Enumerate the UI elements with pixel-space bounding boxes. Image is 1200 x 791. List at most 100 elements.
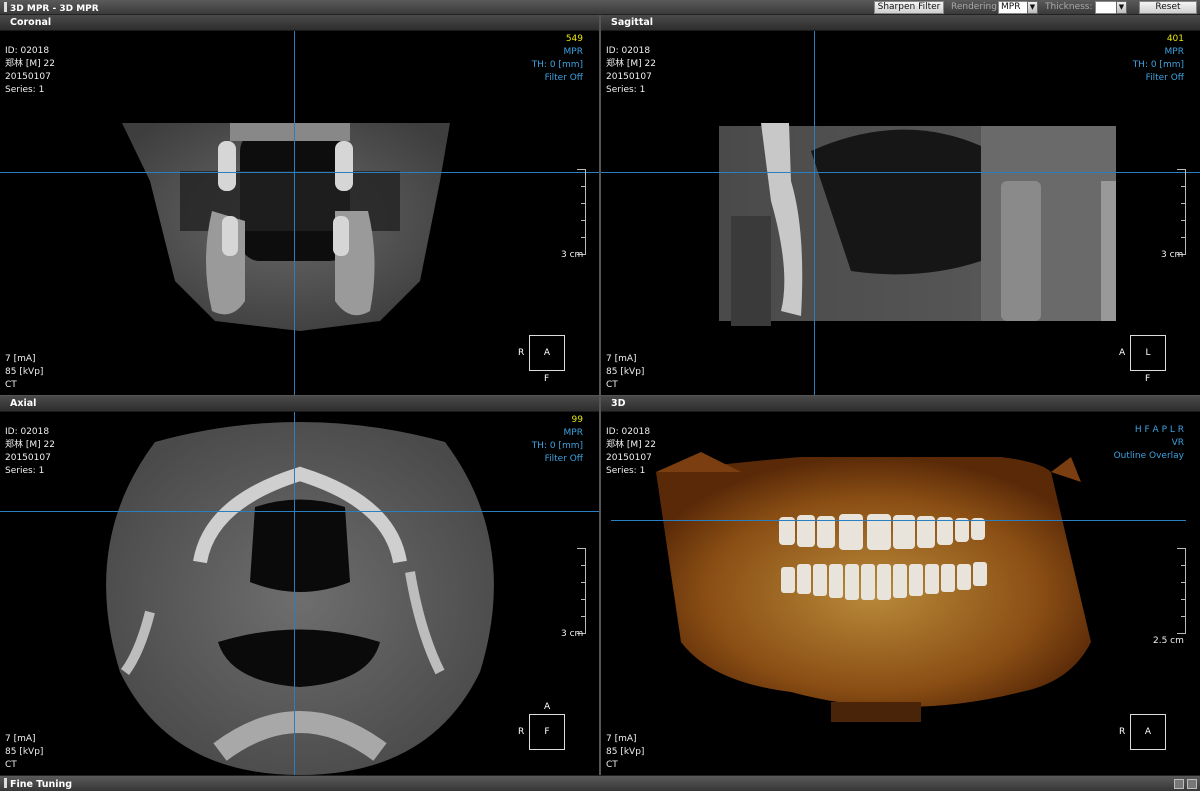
thickness-dropdown-icon[interactable]: ▼ bbox=[1116, 1, 1127, 14]
axial-viewport[interactable]: Axial ID: 02018 郑林 [M] 22 20150107 Serie… bbox=[0, 396, 599, 775]
study-date: 20150107 bbox=[606, 72, 652, 82]
sagittal-overlay-info: 401 MPR TH: 0 [mm] Filter Off bbox=[1133, 33, 1184, 85]
coronal-crosshair-horizontal[interactable] bbox=[0, 172, 599, 173]
thickness-value: TH: 0 [mm] bbox=[1132, 60, 1184, 70]
sagittal-orient-bottom: F bbox=[1145, 374, 1151, 384]
orientation-letters[interactable]: H F A P L R bbox=[1114, 424, 1184, 437]
render-mode: MPR bbox=[563, 428, 583, 438]
sagittal-patient-info: ID: 02018 郑林 [M] 22 20150107 Series: 1 bbox=[606, 45, 656, 97]
coronal-orient-bottom: F bbox=[544, 374, 550, 384]
restore-icon[interactable] bbox=[1174, 779, 1184, 789]
sagittal-acquisition-info: 7 [mA] 85 [kVp] CT bbox=[606, 353, 644, 392]
axial-header: Axial bbox=[0, 396, 599, 412]
volume-3d-acquisition-info: 7 [mA] 85 [kVp] CT bbox=[606, 733, 644, 772]
patient-id: ID: 02018 bbox=[5, 46, 50, 56]
tube-voltage: 85 [kVp] bbox=[606, 747, 645, 757]
thickness-value: TH: 0 [mm] bbox=[531, 60, 583, 70]
modality: CT bbox=[606, 380, 618, 390]
axial-acquisition-info: 7 [mA] 85 [kVp] CT bbox=[5, 733, 43, 772]
filter-status: Filter Off bbox=[544, 454, 583, 464]
tube-voltage: 85 [kVp] bbox=[606, 367, 645, 377]
volume-3d-scale-bar bbox=[1177, 548, 1186, 634]
sagittal-header: Sagittal bbox=[601, 15, 1200, 31]
series-label: Series: 1 bbox=[5, 85, 45, 95]
axial-title: Axial bbox=[10, 398, 37, 409]
volume-3d-plane-line[interactable] bbox=[611, 520, 1186, 521]
volume-3d-patient-info: ID: 02018 郑林 [M] 22 20150107 Series: 1 bbox=[606, 426, 656, 478]
coronal-title: Coronal bbox=[10, 17, 52, 28]
volume-3d-orient-left: R bbox=[1119, 727, 1126, 737]
render-mode: VR bbox=[1171, 438, 1184, 448]
volume-3d-scale-label: 2.5 cm bbox=[1153, 636, 1184, 646]
fine-tuning-bar[interactable]: Fine Tuning bbox=[0, 775, 1200, 791]
axial-scale-label: 3 cm bbox=[561, 629, 584, 639]
modality: CT bbox=[5, 760, 17, 770]
rendering-dropdown-icon[interactable]: ▼ bbox=[1027, 1, 1038, 14]
sagittal-crosshair-horizontal[interactable] bbox=[601, 172, 1200, 173]
series-label: Series: 1 bbox=[606, 466, 646, 476]
patient-id: ID: 02018 bbox=[5, 427, 50, 437]
tube-current: 7 [mA] bbox=[606, 354, 637, 364]
series-label: Series: 1 bbox=[5, 466, 45, 476]
maximize-icon[interactable] bbox=[1187, 779, 1197, 789]
sagittal-title: Sagittal bbox=[611, 17, 654, 28]
sharpen-filter-button[interactable]: Sharpen Filter bbox=[874, 1, 944, 14]
thickness-select[interactable] bbox=[1095, 1, 1117, 14]
axial-crosshair-vertical[interactable] bbox=[294, 412, 295, 775]
axial-orient-left: R bbox=[518, 727, 525, 737]
modality: CT bbox=[5, 380, 17, 390]
rendering-label: Rendering: bbox=[951, 2, 1000, 12]
rendering-select[interactable]: MPR bbox=[998, 1, 1028, 14]
filter-status: Filter Off bbox=[544, 73, 583, 83]
tube-current: 7 [mA] bbox=[5, 354, 36, 364]
tube-voltage: 85 [kVp] bbox=[5, 747, 44, 757]
axial-orientation-cube[interactable]: F bbox=[529, 714, 565, 750]
sagittal-scale-label: 3 cm bbox=[1161, 250, 1184, 260]
sagittal-viewport[interactable]: Sagittal ID: 02018 郑林 [M] 22 20150107 Se… bbox=[601, 15, 1200, 395]
coronal-orient-left: R bbox=[518, 348, 525, 358]
coronal-header: Coronal bbox=[0, 15, 599, 31]
fine-tuning-title: Fine Tuning bbox=[4, 778, 72, 790]
axial-crosshair-horizontal[interactable] bbox=[0, 511, 599, 512]
volume-3d-header: 3D bbox=[601, 396, 1200, 412]
thickness-label: Thickness: bbox=[1045, 2, 1093, 12]
study-date: 20150107 bbox=[5, 72, 51, 82]
modality: CT bbox=[606, 760, 618, 770]
render-mode: MPR bbox=[563, 47, 583, 57]
series-label: Series: 1 bbox=[606, 85, 646, 95]
top-toolbar: 3D MPR - 3D MPR Sharpen Filter Rendering… bbox=[0, 0, 1200, 15]
slice-number: 549 bbox=[565, 34, 583, 44]
volume-rendering-image bbox=[656, 452, 1091, 722]
patient-name: 郑林 [M] 22 bbox=[606, 440, 656, 450]
coronal-orientation-cube[interactable]: A bbox=[529, 335, 565, 371]
axial-scan-image bbox=[106, 422, 494, 775]
patient-name: 郑林 [M] 22 bbox=[5, 440, 55, 450]
study-date: 20150107 bbox=[606, 453, 652, 463]
render-mode: MPR bbox=[1164, 47, 1184, 57]
reset-button[interactable]: Reset bbox=[1139, 1, 1197, 14]
volume-3d-viewport[interactable]: 3D ID: 02018 郑林 [M] 22 20150107 Series: … bbox=[601, 396, 1200, 775]
thickness-value: TH: 0 [mm] bbox=[531, 441, 583, 451]
coronal-scale-label: 3 cm bbox=[561, 250, 584, 260]
horizontal-divider[interactable] bbox=[0, 395, 1200, 396]
coronal-crosshair-vertical[interactable] bbox=[294, 31, 295, 395]
axial-scale-bar bbox=[577, 548, 586, 634]
sagittal-orient-left: A bbox=[1119, 348, 1126, 358]
coronal-patient-info: ID: 02018 郑林 [M] 22 20150107 Series: 1 bbox=[5, 45, 55, 97]
slice-number: 401 bbox=[1166, 34, 1184, 44]
coronal-viewport[interactable]: Coronal ID: 02018 郑林 [M] 22 20150107 Ser… bbox=[0, 15, 599, 395]
patient-name: 郑林 [M] 22 bbox=[606, 59, 656, 69]
axial-orient-top: A bbox=[544, 702, 551, 712]
sagittal-crosshair-vertical[interactable] bbox=[814, 31, 815, 395]
coronal-overlay-info: 549 MPR TH: 0 [mm] Filter Off bbox=[532, 33, 583, 85]
volume-3d-title: 3D bbox=[611, 398, 626, 409]
patient-id: ID: 02018 bbox=[606, 427, 651, 437]
overlay-status: Outline Overlay bbox=[1113, 451, 1184, 461]
sagittal-orientation-cube[interactable]: L bbox=[1130, 335, 1166, 371]
coronal-acquisition-info: 7 [mA] 85 [kVp] CT bbox=[5, 353, 43, 392]
app-title: 3D MPR - 3D MPR bbox=[4, 2, 99, 14]
volume-3d-orientation-cube[interactable]: A bbox=[1130, 714, 1166, 750]
tube-current: 7 [mA] bbox=[5, 734, 36, 744]
tube-voltage: 85 [kVp] bbox=[5, 367, 44, 377]
patient-id: ID: 02018 bbox=[606, 46, 651, 56]
